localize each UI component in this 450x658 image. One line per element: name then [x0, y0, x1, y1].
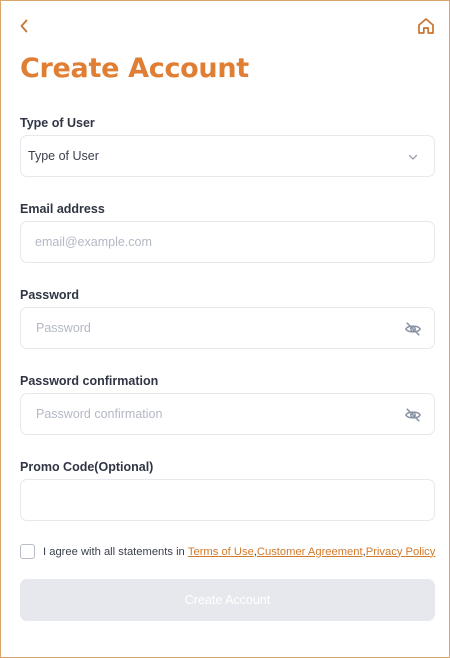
promo-code-wrapper [20, 479, 435, 521]
password-confirmation-wrapper [20, 393, 435, 435]
chevron-left-icon [20, 19, 28, 33]
screen: Create Account Type of User Type of User… [0, 0, 450, 658]
password-field[interactable] [21, 308, 434, 348]
customer-agreement-link[interactable]: Customer Agreement [257, 546, 363, 558]
agreement-row: I agree with all statements in Terms of … [20, 544, 435, 559]
home-button[interactable] [415, 15, 437, 37]
agreement-text: I agree with all statements in [43, 545, 185, 558]
user-type-select[interactable]: Type of User [20, 135, 435, 177]
user-type-label: Type of User [20, 116, 95, 130]
eye-off-icon[interactable] [404, 320, 422, 338]
create-account-button[interactable]: Create Account [20, 579, 435, 621]
password-confirmation-field[interactable] [21, 394, 434, 434]
eye-off-icon[interactable] [404, 406, 422, 424]
email-label: Email address [20, 202, 105, 216]
back-button[interactable] [13, 15, 35, 37]
email-field[interactable] [21, 222, 434, 262]
promo-code-label: Promo Code(Optional) [20, 460, 154, 474]
password-label: Password [20, 288, 80, 302]
terms-of-use-link[interactable]: Terms of Use [188, 546, 254, 558]
user-type-value: Type of User [28, 149, 99, 163]
promo-code-field[interactable] [21, 480, 434, 520]
agree-checkbox[interactable] [20, 544, 35, 559]
email-field-wrapper [20, 221, 435, 263]
password-confirmation-label: Password confirmation [20, 374, 159, 388]
page-title: Create Account [20, 53, 249, 84]
home-icon [418, 18, 434, 34]
password-field-wrapper [20, 307, 435, 349]
chevron-down-icon [408, 154, 418, 160]
privacy-policy-link[interactable]: Privacy Policy [366, 546, 436, 558]
